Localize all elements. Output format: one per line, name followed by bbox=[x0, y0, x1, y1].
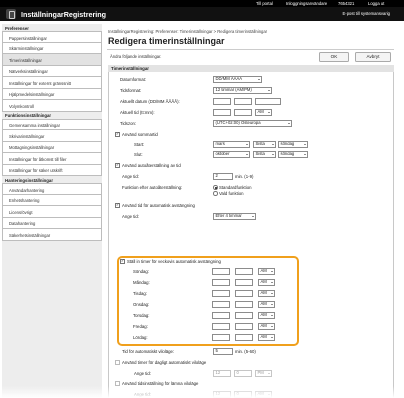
auto-reset-label: Använd autoåterställning av tid bbox=[122, 163, 181, 168]
sidebar-item-volume[interactable]: Volymkontroll bbox=[2, 100, 102, 112]
sidebar-item-receive-settings[interactable]: Mottagningsinställningar bbox=[2, 141, 102, 153]
sleep-time-input[interactable]: 5 bbox=[213, 348, 233, 355]
daily-sleep-checkbox[interactable] bbox=[115, 360, 120, 365]
sidebar-section-function-settings: Funktionsinställningar bbox=[5, 113, 52, 118]
standard-function-label: Standardfunktion bbox=[219, 185, 252, 190]
divider bbox=[107, 49, 394, 50]
daily-sleep-minute-input[interactable]: 0 bbox=[234, 370, 252, 377]
dst-start-month-select[interactable]: mars bbox=[213, 141, 250, 148]
current-date-label: Aktuellt datum (DD/MM ÅÅÅÅ): bbox=[120, 99, 180, 104]
sidebar-item-user-management[interactable]: Användarhantering bbox=[2, 183, 102, 195]
sidebar-item-accessibility[interactable]: Hjälpmedelsinställningar bbox=[2, 88, 102, 100]
ok-button[interactable]: OK bbox=[319, 52, 349, 62]
sleep-time-label: Tid för automatiskt viloläge: bbox=[122, 349, 175, 354]
login-user-label: Inloggningsanvändare bbox=[286, 1, 328, 6]
time-format-select[interactable]: 12 timmar (AM/PM) bbox=[213, 87, 272, 94]
auto-off-time-select[interactable]: Efter 4 timmar bbox=[213, 213, 256, 220]
daily-sleep-hour-input[interactable]: 12 bbox=[213, 370, 231, 377]
sidebar-item-paper-settings[interactable]: Pappersinställningar bbox=[2, 31, 102, 43]
dst-start-day-select[interactable]: söndag bbox=[278, 141, 308, 148]
timezone-label: Tidszon: bbox=[120, 121, 137, 126]
auto-reset-time-label: Ange tid: bbox=[122, 174, 139, 179]
current-date-year-input[interactable] bbox=[255, 98, 281, 105]
dst-end-week-select[interactable]: Sista bbox=[253, 151, 276, 158]
selected-function-radio[interactable] bbox=[213, 191, 218, 196]
instruction-text: Ändra följande inställningar. bbox=[110, 54, 162, 59]
daily-sleep-ampm-select[interactable]: PM bbox=[255, 370, 272, 377]
cancel-button[interactable]: Avbryt bbox=[355, 52, 391, 62]
dst-checkbox[interactable]: ✓ bbox=[115, 132, 120, 137]
current-time-ampm-select[interactable]: AM bbox=[255, 109, 272, 116]
auto-off-checkbox[interactable]: ✓ bbox=[115, 203, 120, 208]
weekly-timer-highlight bbox=[117, 256, 299, 346]
sidebar-item-license-other[interactable]: Licens/övrigt bbox=[2, 206, 102, 218]
selected-function-label: Vald funktion bbox=[219, 191, 244, 196]
top-bar: Till portal Inloggningsanvändare 7654321… bbox=[0, 0, 404, 7]
system-manager-email-link[interactable]: E-post till systemansvarig bbox=[343, 11, 390, 16]
sidebar-item-external-interface[interactable]: Inställningar för externt gränssnitt bbox=[2, 77, 102, 89]
current-date-day-input[interactable] bbox=[213, 98, 231, 105]
sidebar-section-management-settings: Hanteringsinställningar bbox=[5, 177, 53, 183]
auto-off-label: Använd tid för automatisk avstängning bbox=[122, 203, 195, 208]
dst-end-day-select[interactable]: söndag bbox=[278, 151, 308, 158]
func-after-reset-label: Funktion efter autoåterställning: bbox=[122, 185, 183, 190]
timezone-select[interactable]: (UTC+02:00) Osteuropa bbox=[213, 120, 292, 127]
logout-link[interactable]: Logga ut bbox=[368, 1, 384, 6]
sidebar: Preferenser Pappersinställningar Skärmin… bbox=[2, 24, 102, 398]
sidebar-item-file-access[interactable]: Inställningar för åtkomst till filer bbox=[2, 153, 102, 165]
bottom-fade bbox=[0, 386, 404, 398]
sidebar-item-common-settings[interactable]: Gemensamma inställningar bbox=[2, 118, 102, 130]
current-time-label: Aktuell tid (tt:mm): bbox=[120, 110, 155, 115]
dst-label: Använd sommartid bbox=[122, 132, 158, 137]
app-title: InställningarRegistrering bbox=[21, 10, 107, 19]
sidebar-section-preferences: Preferenser bbox=[5, 25, 29, 31]
sidebar-item-secure-print[interactable]: Inställningar för säker utskrift bbox=[2, 164, 102, 176]
date-format-label: Datumformat: bbox=[120, 77, 147, 82]
breadcrumb[interactable]: InställningarRegistrering: Preferenser: … bbox=[108, 29, 267, 34]
sidebar-item-timer-settings[interactable]: Timerinställningar bbox=[2, 54, 102, 66]
dst-end-month-select[interactable]: oktober bbox=[213, 151, 250, 158]
app-header: InställningarRegistrering E-post till sy… bbox=[0, 7, 404, 21]
auto-off-time-label: Ange tid: bbox=[122, 214, 139, 219]
exit-sleep-checkbox[interactable] bbox=[115, 381, 120, 386]
sidebar-item-device-management[interactable]: Enhetshantering bbox=[2, 194, 102, 206]
dst-end-label: Slut: bbox=[134, 152, 143, 157]
current-time-minute-input[interactable] bbox=[234, 109, 252, 116]
daily-sleep-time-label: Ange tid: bbox=[134, 371, 151, 376]
current-time-hour-input[interactable] bbox=[213, 109, 231, 116]
current-date-month-input[interactable] bbox=[234, 98, 252, 105]
date-format-select[interactable]: DD/MM ÅÅÅÅ bbox=[213, 76, 262, 83]
auto-reset-checkbox[interactable]: ✓ bbox=[115, 163, 120, 168]
auto-reset-unit: min. (1-9) bbox=[235, 174, 254, 179]
standard-function-radio[interactable] bbox=[213, 185, 218, 190]
panel-title: Timerinställningar bbox=[108, 65, 394, 72]
page-title: Redigera timerinställningar bbox=[108, 36, 225, 46]
dst-start-week-select[interactable]: Sista bbox=[253, 141, 276, 148]
portal-link[interactable]: Till portal bbox=[256, 1, 273, 6]
settings-logo-icon bbox=[6, 9, 16, 19]
dst-start-label: Start: bbox=[134, 142, 145, 147]
sidebar-item-network-settings[interactable]: Nätverksinställningar bbox=[2, 65, 102, 77]
sleep-time-unit: min. (5-60) bbox=[235, 349, 256, 354]
time-format-label: Tidsformat: bbox=[120, 88, 142, 93]
sidebar-item-security-settings[interactable]: Säkerhetsinställningar bbox=[2, 229, 102, 241]
main-content: InställningarRegistrering: Preferenser: … bbox=[107, 22, 404, 398]
sidebar-item-data-management[interactable]: Datahantering bbox=[2, 217, 102, 229]
sidebar-item-display-settings[interactable]: Skärminställningar bbox=[2, 42, 102, 54]
sidebar-item-printer-settings[interactable]: Skrivarinställningar bbox=[2, 130, 102, 142]
user-id: 7654321 bbox=[338, 1, 355, 6]
daily-sleep-label: Använd timer för dagligt automatiskt vil… bbox=[122, 360, 207, 365]
auto-reset-minutes-input[interactable]: 2 bbox=[213, 173, 233, 180]
